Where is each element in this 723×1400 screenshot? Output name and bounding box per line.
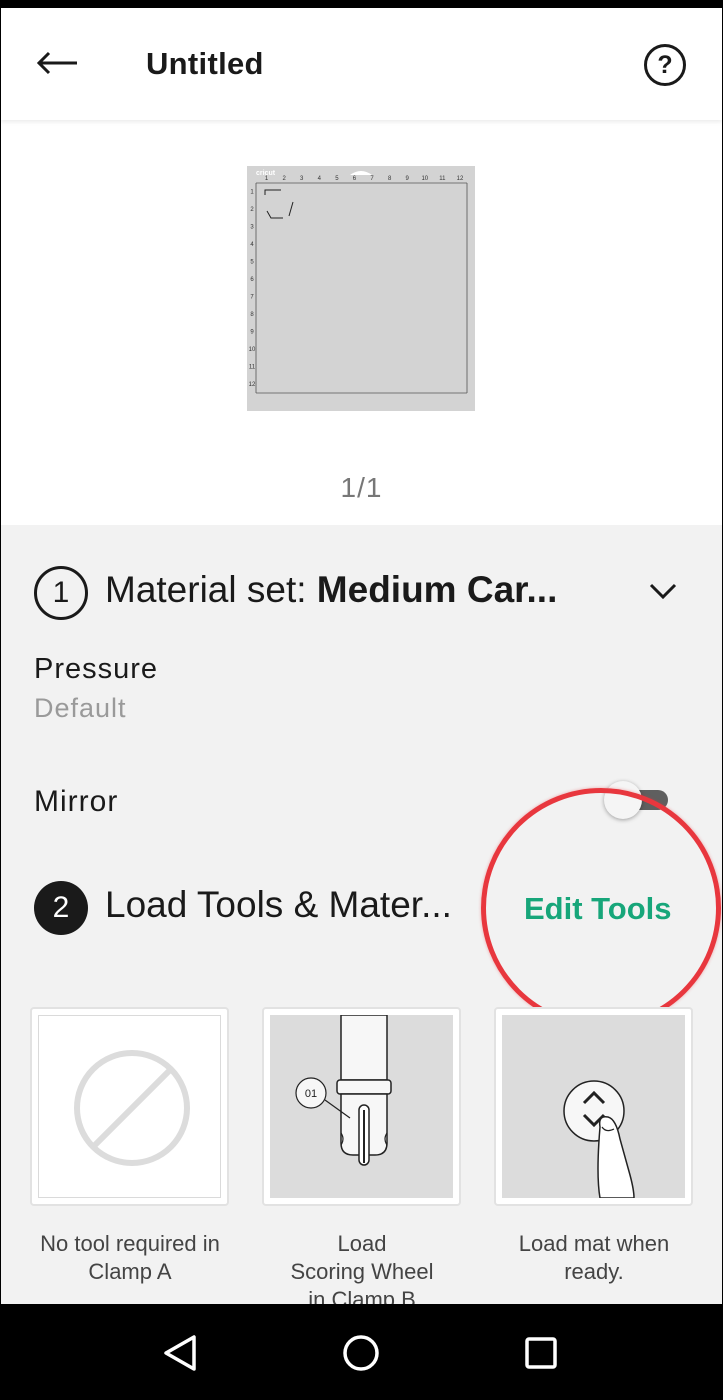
material-set-prefix: Material set: [105, 569, 317, 610]
page-count: 1/1 [340, 472, 383, 503]
app-screen: Untitled ? cricut 1 2 3 4 5 6 7 8 9 10 11 12 123456… [1, 8, 722, 1304]
status-bar-strip [0, 0, 723, 8]
tool-caption-clamp-b: Load Scoring Wheel in Clamp B [252, 1230, 472, 1304]
pressure-value[interactable]: Default [34, 693, 127, 724]
step-2-badge: 2 [34, 881, 88, 935]
pressure-label: Pressure [34, 653, 159, 685]
material-set-label[interactable]: Material set: Medium Car... [105, 569, 575, 611]
mat-preview-area: cricut 1 2 3 4 5 6 7 8 9 10 11 12 1 2 3 4 5 6 7 8 9 10 11 12 1… [1, 120, 722, 525]
ruler-left-tick-label: 8 [250, 312, 254, 318]
card-image-frame [38, 1015, 221, 1198]
ruler-top-tick-label: 6 [353, 176, 357, 182]
ruler-top-tick-label: 11 [439, 176, 446, 182]
ruler-left: 123456789101112 [249, 190, 256, 389]
ruler-left-tick-label: 3 [250, 225, 254, 231]
tool-card-clamp-a [30, 1007, 229, 1206]
ruler-left-tick-label: 2 [250, 207, 254, 213]
tool-card-clamp-b: 01 [262, 1007, 461, 1206]
caption-line: Clamp A [88, 1259, 172, 1284]
nav-back-button[interactable] [156, 1328, 206, 1378]
load-tools-label: Load Tools & Mater... [105, 884, 452, 925]
ruler-left-tick-label: 5 [250, 260, 254, 266]
ruler-top-tick-label: 9 [406, 176, 410, 182]
ruler-left-tick-label: 10 [249, 347, 256, 353]
ruler-top-tick-label: 5 [335, 176, 339, 182]
ruler-top: 1 2 3 4 5 6 7 8 9 10 11 12 [265, 176, 464, 182]
mat-grid: cricut 1 2 3 4 5 6 7 8 9 10 11 12 123456789101112 [249, 170, 468, 394]
step-1-badge: 1 [34, 566, 88, 620]
mat-preview[interactable]: cricut 1 2 3 4 5 6 7 8 9 10 11 12 1 2 3 4 5 6 7 8 9 10 11 12 [247, 166, 475, 411]
ruler-left-tick-label: 11 [249, 365, 256, 371]
scoring-wheel-badge: 01 [305, 1088, 317, 1100]
ruler-left-tick-label: 12 [249, 382, 256, 388]
top-app-bar: Untitled ? [1, 8, 722, 120]
nav-home-button[interactable] [336, 1328, 386, 1378]
highlight-circle-annotation [481, 788, 721, 1028]
caption-line: Load [337, 1231, 387, 1256]
square-recent-icon [525, 1337, 557, 1369]
help-icon: ? [657, 50, 673, 79]
ruler-top-tick-label: 12 [457, 176, 464, 182]
ruler-top-tick-label: 10 [421, 176, 428, 182]
card-image-frame [502, 1015, 685, 1198]
circle-home-icon [343, 1335, 379, 1371]
caption-line: Load mat when [518, 1231, 670, 1256]
page-title: Untitled [146, 46, 264, 81]
caption-line: Scoring Wheel [290, 1259, 434, 1284]
no-tool-icon [74, 1050, 190, 1166]
material-expand-button[interactable] [647, 577, 679, 605]
ruler-top-tick-label: 8 [388, 176, 392, 182]
settings-panel: 1 Material set: Medium Car... Pressure D… [1, 525, 722, 1304]
arrow-left-icon [36, 51, 77, 75]
ruler-top-tick-label: 7 [370, 176, 374, 182]
design-shape [264, 189, 294, 219]
material-set-value: Medium Car... [316, 569, 558, 610]
ruler-left-tick-label: 1 [250, 190, 254, 196]
tool-card-load-mat [494, 1007, 693, 1206]
caption-line: No tool required in [40, 1231, 220, 1256]
back-button[interactable] [29, 42, 85, 86]
scoring-wheel-icon: 01 [295, 1015, 392, 1166]
mirror-label: Mirror [34, 785, 119, 818]
load-mat-button-icon [563, 1080, 635, 1198]
triangle-back-icon [164, 1335, 196, 1371]
ruler-left-tick-label: 7 [250, 295, 254, 301]
ruler-left-tick-label: 9 [250, 330, 254, 336]
ruler-left-tick-label: 4 [250, 242, 254, 248]
ruler-top-tick-label: 3 [300, 176, 304, 182]
caption-line: ready. [564, 1259, 624, 1284]
nav-recent-button[interactable] [516, 1328, 566, 1378]
mat-notch [350, 171, 372, 175]
system-nav-bar [0, 1304, 723, 1400]
chevron-down-icon [649, 583, 677, 600]
ruler-top-tick-label: 2 [282, 176, 286, 182]
card-image-frame: 01 [270, 1015, 453, 1198]
ruler-left-tick-label: 6 [250, 277, 254, 283]
tool-caption-clamp-a: No tool required in Clamp A [20, 1230, 240, 1286]
ruler-top-tick-label: 4 [318, 176, 322, 182]
caption-line: in Clamp B [308, 1287, 416, 1304]
help-button[interactable]: ? [644, 44, 686, 86]
tool-caption-load-mat: Load mat when ready. [484, 1230, 704, 1286]
